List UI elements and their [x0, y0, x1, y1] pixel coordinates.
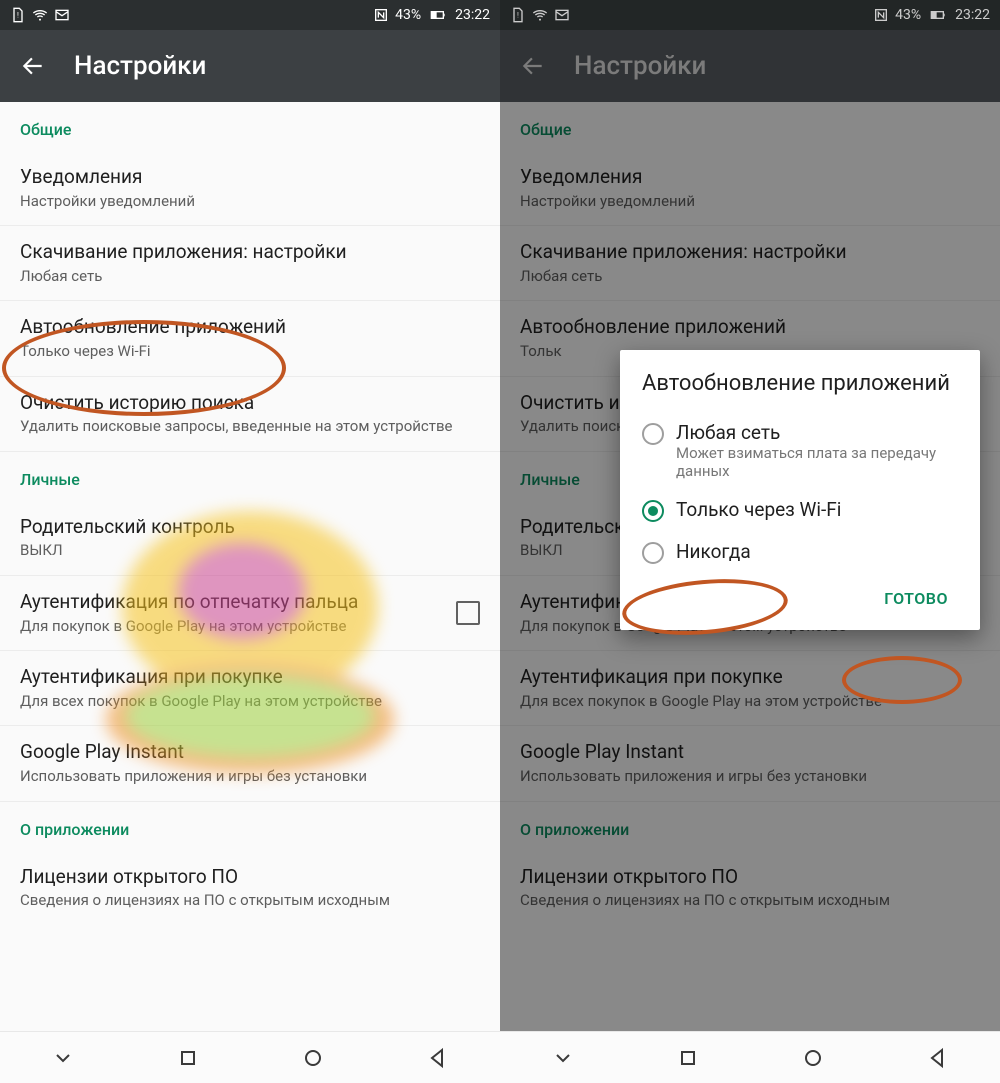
radio-icon[interactable] [642, 500, 664, 522]
item-licenses[interactable]: Лицензии открытого ПО Сведения о лицензи… [0, 851, 500, 925]
dialog-title: Автообновление приложений [642, 370, 958, 398]
battery-percent: 43% [895, 7, 921, 23]
left-screenshot: ! 43% 23:22 Настройки Общие Уведомления … [0, 0, 500, 1083]
nav-recent-icon[interactable] [676, 1046, 700, 1070]
radio-icon[interactable] [642, 542, 664, 564]
item-sub: Настройки уведомлений [20, 192, 480, 212]
option-any-network[interactable]: Любая сеть Может взиматься плата за пере… [642, 412, 958, 490]
back-icon[interactable] [520, 53, 546, 79]
item-fingerprint[interactable]: Аутентификация по отпечатку пальца Для п… [0, 576, 500, 651]
item-title: Очистить историю поиска [20, 391, 480, 416]
app-bar: Настройки [500, 30, 1000, 102]
nav-recent-icon[interactable] [176, 1046, 200, 1070]
nfc-icon [873, 7, 889, 23]
item-sub: ВЫКЛ [20, 541, 480, 561]
item-title: Родительский контроль [20, 515, 480, 540]
nav-back-icon[interactable] [426, 1046, 450, 1070]
item-title: Аутентификация по отпечатку пальца [20, 590, 446, 615]
radio-icon[interactable] [642, 423, 664, 445]
section-personal: Личные [0, 452, 500, 501]
option-wifi-only[interactable]: Только через Wi-Fi [642, 489, 958, 531]
item-instant[interactable]: Google Play Instant Использовать приложе… [0, 726, 500, 801]
item-autoupdate[interactable]: Автообновление приложений Только через W… [0, 301, 500, 376]
item-title: Уведомления [20, 165, 480, 190]
nav-expand-icon[interactable] [551, 1046, 575, 1070]
item-sub: Удалить поисковые запросы, введенные на … [20, 417, 480, 437]
autoupdate-dialog: Автообновление приложений Любая сеть Мож… [620, 350, 980, 630]
battery-percent: 43% [395, 7, 421, 23]
back-icon[interactable] [20, 53, 46, 79]
option-title: Только через Wi-Fi [676, 498, 958, 522]
settings-list[interactable]: Общие Уведомления Настройки уведомлений … [0, 102, 500, 1031]
nav-bar [500, 1031, 1000, 1083]
wifi-icon [32, 7, 48, 23]
option-sub: Может взиматься плата за передачу данных [676, 444, 958, 480]
mail-icon [554, 7, 570, 23]
fingerprint-checkbox[interactable] [456, 601, 480, 625]
item-purchase-auth[interactable]: Аутентификация при покупке Для всех поку… [0, 651, 500, 726]
status-bar: ! 43% 23:22 [500, 0, 1000, 30]
nav-back-icon[interactable] [926, 1046, 950, 1070]
item-title: Google Play Instant [20, 740, 480, 765]
battery-icon [427, 7, 449, 23]
item-sub: Только через Wi-Fi [20, 342, 480, 362]
item-title: Аутентификация при покупке [20, 665, 480, 690]
nav-home-icon[interactable] [801, 1046, 825, 1070]
option-title: Любая сеть [676, 421, 958, 445]
wifi-icon [532, 7, 548, 23]
sim-icon: ! [510, 7, 526, 23]
item-sub: Сведения о лицензиях на ПО с открытым ис… [20, 891, 480, 911]
sim-icon: ! [10, 7, 26, 23]
nav-home-icon[interactable] [301, 1046, 325, 1070]
nfc-icon [373, 7, 389, 23]
item-download-pref[interactable]: Скачивание приложения: настройки Любая с… [0, 226, 500, 301]
section-about: О приложении [0, 802, 500, 851]
item-sub: Любая сеть [20, 267, 480, 287]
item-title: Лицензии открытого ПО [20, 865, 480, 890]
clock: 23:22 [455, 7, 490, 23]
status-bar: ! 43% 23:22 [0, 0, 500, 30]
page-title: Настройки [74, 51, 206, 81]
svg-text:!: ! [517, 11, 519, 20]
app-bar: Настройки [0, 30, 500, 102]
item-clear-history[interactable]: Очистить историю поиска Удалить поисковы… [0, 377, 500, 452]
mail-icon [54, 7, 70, 23]
svg-text:!: ! [17, 11, 19, 20]
battery-icon [927, 7, 949, 23]
option-never[interactable]: Никогда [642, 531, 958, 573]
option-title: Никогда [676, 540, 958, 564]
done-button[interactable]: ГОТОВО [874, 581, 958, 616]
nav-bar [0, 1031, 500, 1083]
item-parental[interactable]: Родительский контроль ВЫКЛ [0, 501, 500, 576]
item-title: Скачивание приложения: настройки [20, 240, 480, 265]
section-general: Общие [0, 102, 500, 151]
item-title: Автообновление приложений [20, 315, 480, 340]
right-screenshot: ! 43% 23:22 Настройки Общие Уведомления … [500, 0, 1000, 1083]
clock: 23:22 [955, 7, 990, 23]
nav-expand-icon[interactable] [51, 1046, 75, 1070]
item-sub: Использовать приложения и игры без устан… [20, 767, 480, 787]
item-sub: Для всех покупок в Google Play на этом у… [20, 692, 480, 712]
page-title: Настройки [574, 51, 706, 81]
item-notifications[interactable]: Уведомления Настройки уведомлений [0, 151, 500, 226]
item-sub: Для покупок в Google Play на этом устрой… [20, 617, 446, 637]
